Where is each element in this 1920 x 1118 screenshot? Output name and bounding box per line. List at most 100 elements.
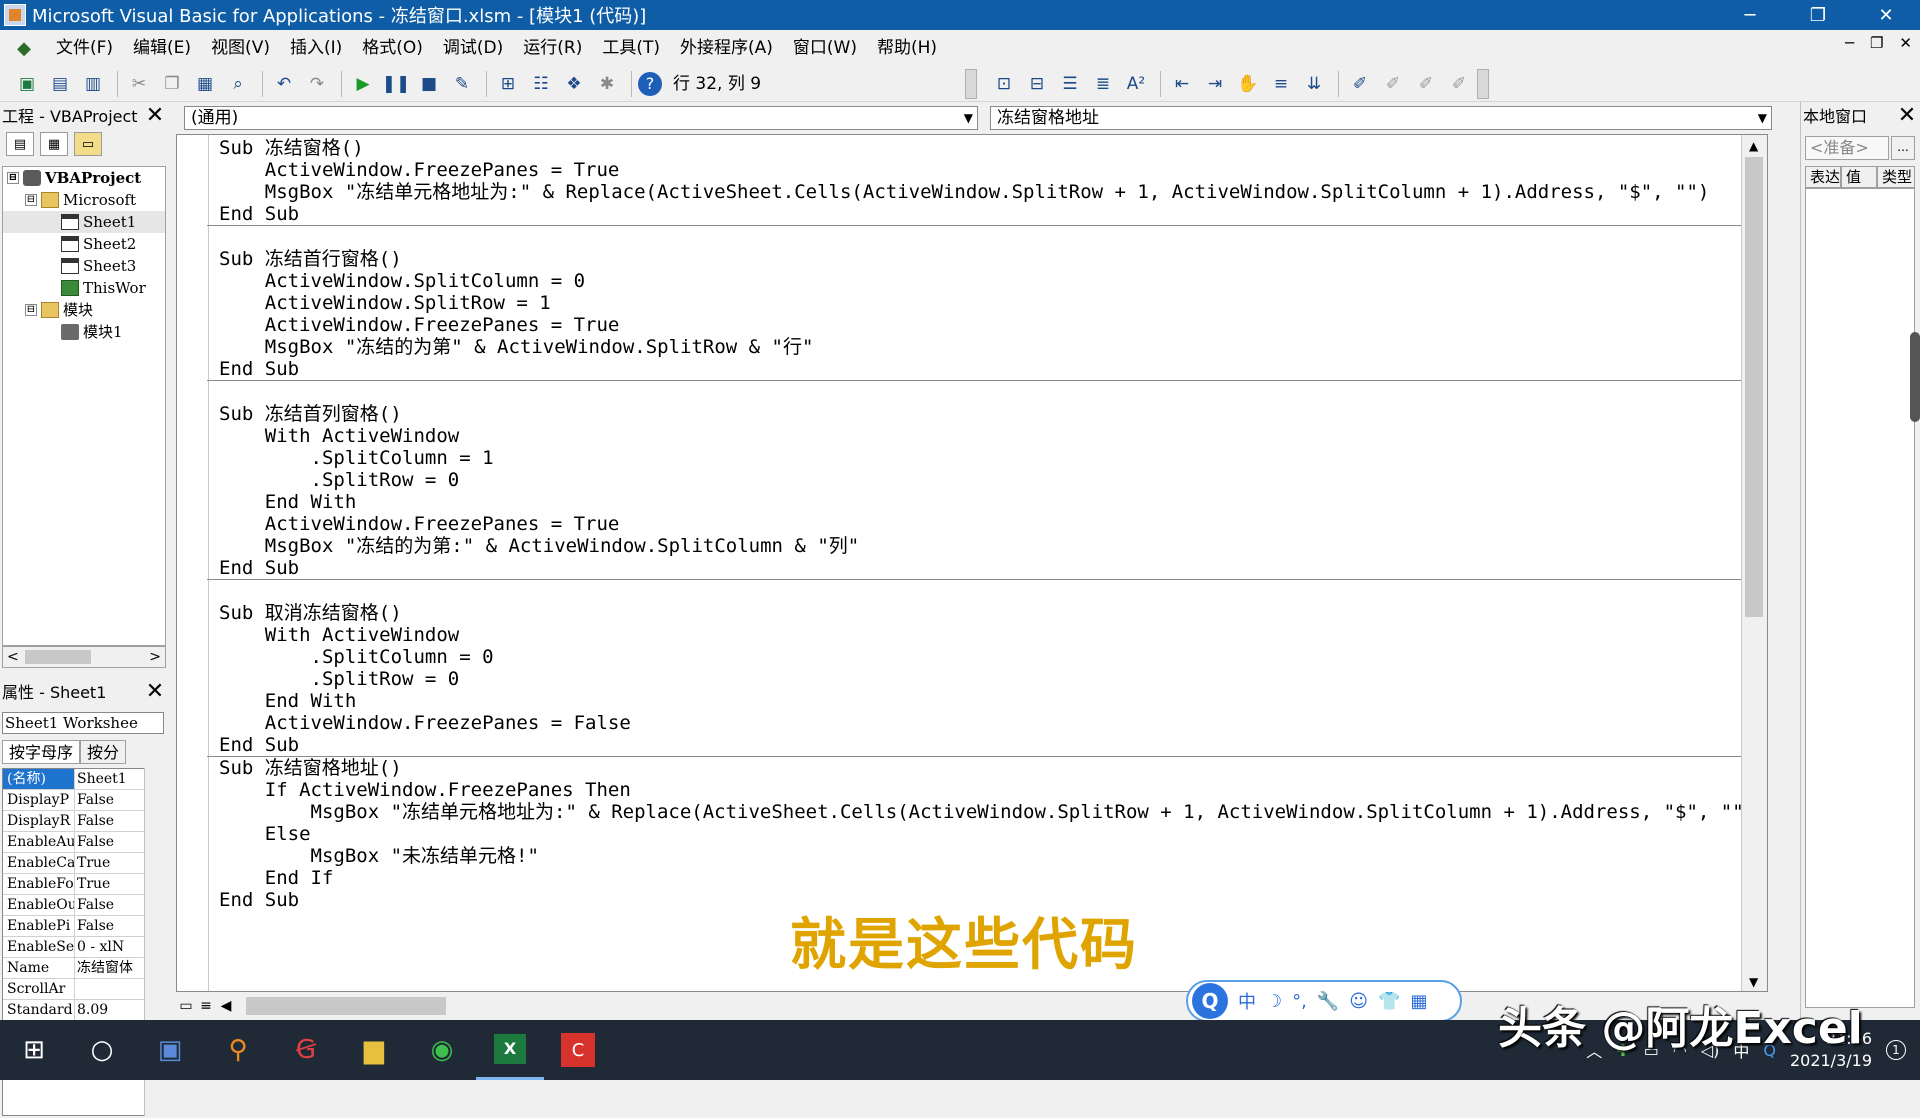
property-row[interactable]: EnableSe 0 - xlN	[3, 937, 163, 958]
undo-icon[interactable]: ↶	[269, 69, 299, 99]
collapse-icon[interactable]: ⊟	[25, 304, 37, 316]
property-value[interactable]: Sheet1	[75, 769, 141, 789]
code-line[interactable]: End Sub	[219, 557, 1737, 579]
toolbox-icon[interactable]: ✱	[592, 69, 622, 99]
ime-mode[interactable]: 中	[1238, 988, 1256, 1014]
code-line[interactable]: .SplitColumn = 1	[219, 447, 1737, 469]
code-line[interactable]: End With	[219, 491, 1737, 513]
object-combo[interactable]: (通用) ▼	[184, 106, 978, 130]
editor-vscroll[interactable]: ▲ ▼	[1741, 135, 1767, 991]
cut-icon[interactable]: ✂	[124, 69, 154, 99]
code-line[interactable]: ActiveWindow.FreezePanes = True	[219, 159, 1737, 181]
property-value[interactable]: False	[75, 916, 141, 936]
code-line[interactable]: MsgBox "冻结的为第:" & ActiveWindow.SplitColu…	[219, 535, 1737, 557]
object-select[interactable]: Sheet1 Workshee	[2, 712, 164, 734]
project-panel-close-icon[interactable]: ✕	[142, 102, 168, 128]
code-line[interactable]: If ActiveWindow.FreezePanes Then	[219, 779, 1737, 801]
code-editor[interactable]: Sub 冻结窗格() ActiveWindow.FreezePanes = Tr…	[176, 134, 1768, 992]
procedure-combo[interactable]: 冻结窗格地址 ▼	[990, 106, 1772, 130]
code-line[interactable]: End Sub	[219, 358, 1737, 380]
view-object-icon[interactable]: ▦	[40, 132, 68, 156]
mdi-minimize-button[interactable]: ─	[1845, 34, 1854, 52]
code-line[interactable]: Sub 冻结窗格地址()	[219, 757, 1737, 779]
bookmark-icon[interactable]: ≡	[1266, 69, 1296, 99]
property-value[interactable]: True	[75, 874, 141, 894]
tree-node[interactable]: Sheet1	[3, 211, 165, 233]
code-text[interactable]: Sub 冻结窗格() ActiveWindow.FreezePanes = Tr…	[207, 137, 1767, 911]
property-row[interactable]: EnablePi False	[3, 916, 163, 937]
tree-node[interactable]: ThisWor	[3, 277, 165, 299]
code-line[interactable]: .SplitRow = 0	[219, 469, 1737, 491]
column-expression[interactable]: 表达	[1805, 166, 1841, 188]
redo-icon[interactable]: ↷	[302, 69, 332, 99]
menu-help[interactable]: 帮助(H)	[867, 33, 947, 63]
floppy-app-icon[interactable]: ▣	[136, 1020, 204, 1080]
mdi-close-button[interactable]: ✕	[1899, 34, 1912, 52]
property-value[interactable]: False	[75, 895, 141, 915]
help-icon[interactable]: ?	[638, 71, 662, 96]
quick-info-icon[interactable]: A²	[1121, 69, 1151, 99]
excel-icon[interactable]: ▣	[12, 69, 42, 99]
property-row[interactable]: Name 冻结窗体	[3, 958, 163, 979]
code-line[interactable]: MsgBox "冻结的为第" & ActiveWindow.SplitRow &…	[219, 336, 1737, 358]
column-value[interactable]: 值	[1841, 166, 1877, 188]
search-icon[interactable]: ○	[68, 1020, 136, 1080]
design-mode-icon[interactable]: ✎	[447, 69, 477, 99]
code-line[interactable]: .SplitColumn = 0	[219, 646, 1737, 668]
copy-icon[interactable]: ❐	[157, 69, 187, 99]
toggle-folders-icon[interactable]: ▭	[74, 132, 102, 156]
menu-window[interactable]: 窗口(W)	[783, 33, 867, 63]
run-icon[interactable]: ▶	[348, 69, 378, 99]
property-row[interactable]: EnableAu False	[3, 832, 163, 853]
property-row[interactable]: ScrollAr	[3, 979, 163, 1000]
property-row[interactable]: EnableFo True	[3, 874, 163, 895]
find-icon[interactable]: ⌕	[223, 69, 253, 99]
notification-icon[interactable]: 1	[1886, 1040, 1906, 1060]
chevron-down-icon[interactable]: ▼	[1758, 107, 1767, 129]
moon-icon[interactable]: ☽	[1266, 991, 1282, 1012]
menu-edit[interactable]: 编辑(E)	[123, 33, 201, 63]
property-value[interactable]: True	[75, 853, 141, 873]
file-explorer-icon[interactable]: ▆	[340, 1020, 408, 1080]
browser-icon[interactable]: ◉	[408, 1020, 476, 1080]
full-module-view-icon[interactable]: ≡	[196, 998, 216, 1014]
punctuation-icon[interactable]: °,	[1292, 991, 1307, 1012]
property-row[interactable]: Standard 8.09	[3, 1000, 163, 1021]
indent-tool-icon[interactable]: ⊡	[989, 69, 1019, 99]
collapse-icon[interactable]: ⊟	[7, 172, 19, 184]
code-line[interactable]: ActiveWindow.FreezePanes = False	[219, 712, 1737, 734]
property-value[interactable]: False	[75, 790, 141, 810]
margin-indicator-bar[interactable]	[177, 135, 209, 991]
next-bookmark-icon[interactable]: ⇊	[1299, 69, 1329, 99]
code-line[interactable]: MsgBox "冻结单元格地址为:" & Replace(ActiveSheet…	[219, 801, 1756, 823]
code-line[interactable]: With ActiveWindow	[219, 425, 1737, 447]
chevron-down-icon[interactable]: ▼	[964, 107, 973, 129]
menu-addins[interactable]: 外接程序(A)	[670, 33, 783, 63]
paste-icon[interactable]: ▦	[190, 69, 220, 99]
prev-bookmark-icon[interactable]: ✐	[1378, 69, 1408, 99]
scroll-right-icon[interactable]: >	[149, 649, 161, 665]
scroll-up-icon[interactable]: ▲	[1749, 139, 1758, 153]
property-value[interactable]: False	[75, 832, 141, 852]
column-type[interactable]: 类型	[1877, 166, 1915, 188]
ime-logo-icon[interactable]: Q	[1192, 983, 1228, 1019]
scroll-thumb[interactable]	[25, 650, 91, 664]
property-row[interactable]: (名称) Sheet1	[3, 769, 163, 790]
code-line[interactable]: .SplitRow = 0	[219, 668, 1737, 690]
call-stack-button[interactable]: ...	[1891, 136, 1915, 160]
code-line[interactable]: Sub 冻结窗格()	[219, 137, 1737, 159]
scroll-thumb[interactable]	[246, 997, 446, 1015]
toolbar-grip[interactable]	[1477, 68, 1489, 99]
tree-node[interactable]: ⊟ Microsoft	[3, 189, 165, 211]
menu-debug[interactable]: 调试(D)	[433, 33, 513, 63]
locals-scroll-thumb[interactable]	[1910, 332, 1920, 422]
restore-button[interactable]: ❐	[1784, 0, 1852, 30]
locals-close-icon[interactable]: ✕	[1894, 103, 1920, 128]
code-line[interactable]: MsgBox "未冻结单元格!"	[219, 845, 1737, 867]
tab-categorized[interactable]: 按分	[80, 740, 127, 764]
menu-format[interactable]: 格式(O)	[352, 33, 433, 63]
properties-list-icon[interactable]: ☰	[1055, 69, 1085, 99]
code-line[interactable]: Sub 取消冻结窗格()	[219, 602, 1737, 624]
scroll-left-icon[interactable]: ◀	[216, 998, 236, 1014]
clear-bookmarks-icon[interactable]: ✐	[1411, 69, 1441, 99]
